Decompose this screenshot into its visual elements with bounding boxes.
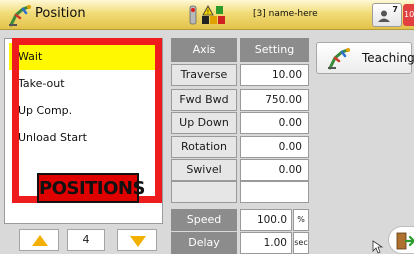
page-up-button[interactable] bbox=[19, 229, 59, 251]
alarm-badge[interactable]: 100 bbox=[403, 4, 414, 26]
exit-door-icon bbox=[396, 232, 414, 250]
delay-field[interactable]: 1.00 bbox=[240, 232, 292, 254]
status-icons: ! bbox=[189, 5, 225, 25]
delay-unit: sec bbox=[293, 232, 309, 254]
list-item[interactable]: Wait bbox=[9, 43, 159, 70]
speed-unit: % bbox=[293, 209, 309, 231]
axis-column-header: Axis bbox=[171, 38, 237, 62]
teaching-button[interactable]: Teaching bbox=[316, 42, 414, 74]
axis-value-field[interactable]: 0.00 bbox=[240, 136, 309, 158]
axis-value-field[interactable] bbox=[240, 181, 309, 203]
cursor-icon bbox=[372, 240, 384, 254]
speed-label: Speed bbox=[171, 209, 237, 231]
program-name: [3] name-here bbox=[253, 9, 318, 19]
list-item[interactable]: Up Comp. bbox=[9, 97, 159, 124]
teaching-robot-icon bbox=[328, 48, 350, 70]
axis-row-label: Traverse bbox=[171, 64, 237, 86]
list-pager: 4 bbox=[4, 226, 163, 254]
svg-text:!: ! bbox=[207, 9, 209, 16]
page-title: Position bbox=[35, 6, 86, 21]
user-level: 7 bbox=[392, 5, 398, 14]
axis-row-label: Fwd Bwd bbox=[171, 89, 237, 111]
power-icon bbox=[189, 5, 197, 25]
axis-value-field[interactable]: 10.00 bbox=[240, 64, 309, 86]
list-item[interactable]: Take-out bbox=[9, 70, 159, 97]
warning-icon: ! bbox=[202, 5, 214, 16]
axis-row-label: Up Down bbox=[171, 112, 237, 134]
list-item[interactable]: Unload Start bbox=[9, 124, 159, 151]
teaching-label: Teaching bbox=[362, 51, 414, 65]
positions-annotation: POSITIONS bbox=[37, 173, 145, 203]
setting-column-header: Setting bbox=[240, 38, 309, 62]
axis-row-label: Rotation bbox=[171, 136, 237, 158]
axis-value-field[interactable]: 750.00 bbox=[240, 89, 309, 111]
robot-arm-icon bbox=[9, 5, 31, 27]
delay-label: Delay bbox=[171, 232, 237, 254]
axis-row-label bbox=[171, 181, 237, 203]
speed-field[interactable]: 100.0 bbox=[240, 209, 292, 231]
user-icon bbox=[378, 10, 390, 22]
exit-button[interactable] bbox=[388, 226, 414, 254]
axis-row-label: Swivel bbox=[171, 159, 237, 181]
user-button[interactable]: 7 bbox=[372, 3, 402, 27]
page-number: 4 bbox=[67, 229, 105, 251]
axis-value-field[interactable]: 0.00 bbox=[240, 112, 309, 134]
arrow-down-icon bbox=[130, 236, 146, 247]
page-down-button[interactable] bbox=[117, 229, 157, 251]
axis-value-field[interactable]: 0.00 bbox=[240, 159, 309, 181]
arrow-up-icon bbox=[32, 235, 48, 246]
